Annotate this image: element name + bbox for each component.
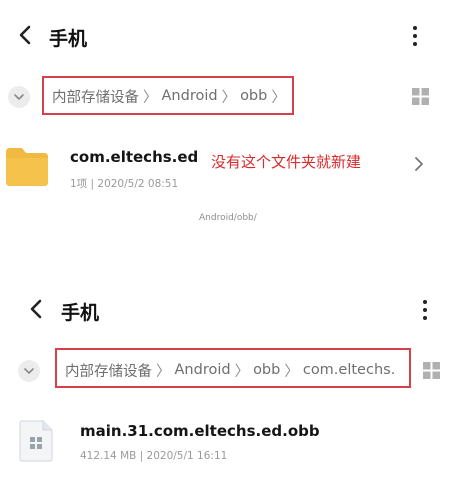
page-title: 手机 <box>61 302 100 324</box>
chevron-down-icon <box>14 94 24 100</box>
chevron-down-icon <box>24 368 34 374</box>
breadcrumb: 内部存储设备 〉 Android 〉 obb 〉 com.eltechs.e <box>65 360 396 380</box>
grid-view-button[interactable] <box>423 362 440 379</box>
chevron-right-icon <box>415 157 423 171</box>
back-arrow-icon <box>19 25 31 45</box>
more-options-button[interactable] <box>411 25 419 47</box>
breadcrumb-item-storage[interactable]: 内部存储设备 <box>65 360 152 380</box>
breadcrumb-separator-icon: 〉 <box>221 89 237 106</box>
breadcrumb-item-obb[interactable]: obb <box>253 362 280 378</box>
breadcrumb: 内部存储设备 〉 Android 〉 obb 〉 <box>52 86 290 106</box>
file-name: main.31.com.eltechs.ed.obb <box>80 422 320 440</box>
folder-icon <box>6 146 48 190</box>
more-options-button[interactable] <box>421 299 429 321</box>
breadcrumb-expand-button[interactable] <box>8 86 30 108</box>
annotation-text: 没有这个文件夹就新建 <box>211 153 362 171</box>
back-button[interactable] <box>29 298 43 320</box>
breadcrumb-separator-icon: 〉 <box>271 89 286 106</box>
breadcrumb-expand-button[interactable] <box>18 360 40 382</box>
breadcrumb-separator-icon: 〉 <box>143 89 158 106</box>
folder-name: com.eltechs.ed <box>70 148 199 166</box>
back-button[interactable] <box>18 24 32 46</box>
file-icon <box>19 420 53 466</box>
grid-view-button[interactable] <box>412 88 429 105</box>
grid-view-icon <box>412 88 429 105</box>
folder-meta: 1项 | 2020/5/2 08:51 <box>70 178 179 190</box>
path-caption: Android/obb/ <box>199 213 257 223</box>
page-title: 手机 <box>49 28 88 50</box>
grid-view-icon <box>423 362 440 379</box>
breadcrumb-item-android[interactable]: Android <box>175 362 231 378</box>
file-meta: 412.14 MB | 2020/5/1 16:11 <box>80 450 228 462</box>
breadcrumb-separator-icon: 〉 <box>156 363 171 380</box>
breadcrumb-item-eltechs[interactable]: com.eltechs.e <box>303 362 396 378</box>
more-vertical-icon <box>413 26 417 46</box>
breadcrumb-item-storage[interactable]: 内部存储设备 <box>52 86 139 106</box>
back-arrow-icon <box>30 299 42 319</box>
more-vertical-icon <box>423 300 427 320</box>
breadcrumb-item-obb[interactable]: obb <box>240 88 267 104</box>
breadcrumb-separator-icon: 〉 <box>284 363 299 380</box>
breadcrumb-item-android[interactable]: Android <box>162 88 218 104</box>
breadcrumb-separator-icon: 〉 <box>234 363 250 380</box>
open-folder-chevron[interactable] <box>414 156 424 172</box>
